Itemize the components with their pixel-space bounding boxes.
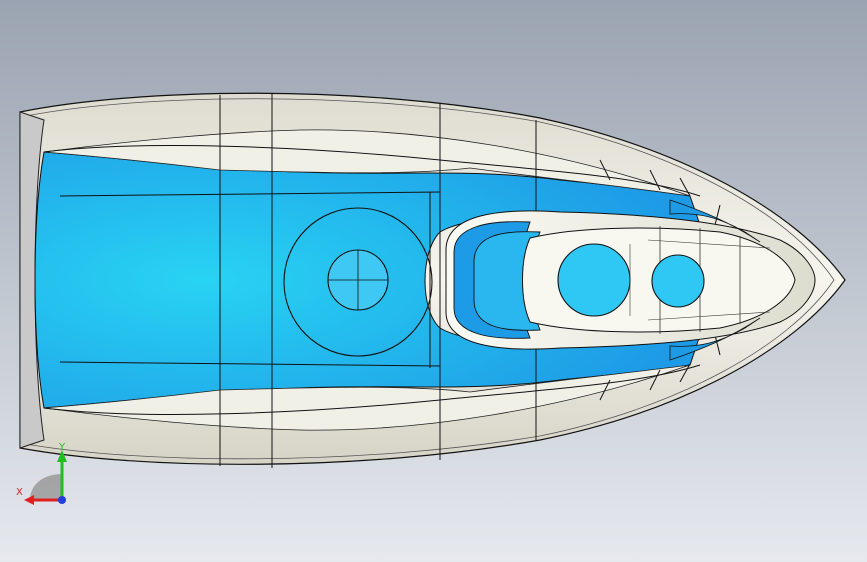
triad-y-label: Y — [59, 442, 66, 453]
front-hole-small — [651, 254, 705, 308]
graphics-viewport[interactable]: X Y — [0, 0, 867, 562]
triad-z-axis — [58, 496, 66, 504]
model-canvas[interactable] — [0, 0, 867, 562]
front-hole-large — [557, 243, 631, 317]
triad-x-label: X — [16, 487, 23, 498]
